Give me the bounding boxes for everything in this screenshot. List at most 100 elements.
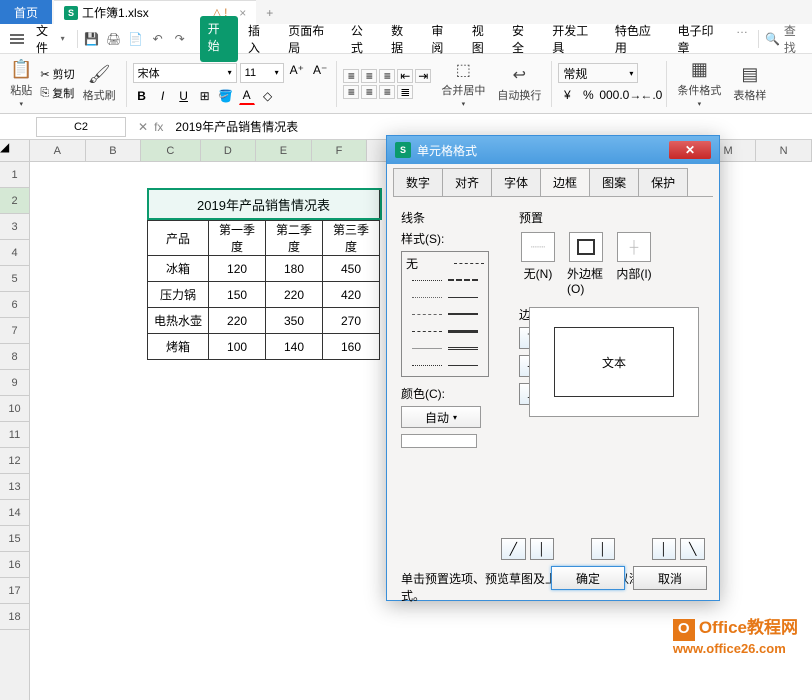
conditional-format-button[interactable]: ▦ 条件格式▾ [673, 57, 725, 110]
save-icon[interactable]: 💾 [84, 31, 100, 47]
col-header[interactable]: C [141, 140, 200, 161]
file-menu[interactable]: 文件▾ [30, 18, 71, 60]
formula-input[interactable]: 2019年产品销售情况表 [169, 118, 812, 135]
font-color-button[interactable]: A [238, 87, 256, 105]
tab-data[interactable]: 数据 [383, 16, 421, 62]
undo-icon[interactable]: ↶ [150, 31, 166, 47]
ok-button[interactable]: 确定 [551, 566, 625, 590]
tab-insert[interactable]: 插入 [240, 16, 278, 62]
row-header[interactable]: 14 [0, 500, 29, 526]
preset-outer-button[interactable]: 外边框(O) [567, 232, 605, 296]
col-header[interactable]: E [256, 140, 312, 161]
tab-review[interactable]: 审阅 [423, 16, 461, 62]
border-diag1-button[interactable]: ╱ [501, 538, 526, 560]
border-vmid-button[interactable]: │ [591, 538, 616, 560]
row-header[interactable]: 12 [0, 448, 29, 474]
row-header[interactable]: 1 [0, 162, 29, 188]
row-header[interactable]: 9 [0, 370, 29, 396]
border-diag2-button[interactable]: ╲ [680, 538, 705, 560]
preset-inner-button[interactable]: ┼ 内部(I) [615, 232, 653, 296]
fx-icon[interactable]: fx [154, 120, 163, 134]
row-header[interactable]: 4 [0, 240, 29, 266]
tab-protect[interactable]: 保护 [638, 168, 688, 196]
fill-color-button[interactable]: 🪣 [217, 87, 235, 105]
dialog-titlebar[interactable]: S 单元格格式 ✕ [387, 136, 719, 164]
col-header[interactable]: A [30, 140, 86, 161]
more-icon[interactable]: … [732, 16, 752, 62]
tab-start[interactable]: 开始 [200, 16, 238, 62]
increase-font-icon[interactable]: A⁺ [287, 63, 307, 83]
copy-button[interactable]: ⎘复制 [40, 85, 74, 101]
cancel-button[interactable]: 取消 [633, 566, 707, 590]
row-header[interactable]: 13 [0, 474, 29, 500]
dialog-close-button[interactable]: ✕ [669, 141, 711, 159]
row-header[interactable]: 11 [0, 422, 29, 448]
preview-icon[interactable]: 📄 [128, 31, 144, 47]
select-all-corner[interactable]: ◢ [0, 140, 29, 162]
row-header[interactable]: 10 [0, 396, 29, 422]
row-header[interactable]: 16 [0, 552, 29, 578]
comma-button[interactable]: 000 [600, 86, 618, 104]
search-area[interactable]: 🔍 查找 [765, 22, 806, 56]
paste-button[interactable]: 📋 粘贴▾ [6, 57, 36, 110]
currency-button[interactable]: ¥ [558, 86, 576, 104]
row-header[interactable]: 17 [0, 578, 29, 604]
col-header[interactable]: F [312, 140, 368, 161]
tab-font[interactable]: 字体 [491, 168, 541, 196]
menu-icon[interactable] [6, 30, 28, 48]
tab-align[interactable]: 对齐 [442, 168, 492, 196]
col-header[interactable]: N [756, 140, 812, 161]
row-header[interactable]: 18 [0, 604, 29, 630]
row-header[interactable]: 8 [0, 344, 29, 370]
row-header[interactable]: 15 [0, 526, 29, 552]
format-brush-button[interactable]: 🖌 格式刷 [79, 62, 120, 105]
percent-button[interactable]: % [579, 86, 597, 104]
color-select[interactable]: 自动▾ [401, 406, 481, 428]
row-header[interactable]: 2 [0, 188, 29, 214]
row-header[interactable]: 7 [0, 318, 29, 344]
table-title: 2019年产品销售情况表 [148, 189, 380, 221]
font-family-select[interactable]: 宋体▾ [133, 63, 237, 83]
tab-border[interactable]: 边框 [540, 168, 590, 196]
row-header[interactable]: 6 [0, 292, 29, 318]
tab-special[interactable]: 特色应用 [607, 16, 668, 62]
cut-button[interactable]: ✂剪切 [40, 66, 74, 82]
border-left-button[interactable]: │ [530, 538, 555, 560]
border-button[interactable]: ⊞ [196, 87, 214, 105]
tab-security[interactable]: 安全 [504, 16, 542, 62]
name-box[interactable]: C2 [36, 117, 126, 137]
tab-layout[interactable]: 页面布局 [280, 16, 341, 62]
row-header[interactable]: 5 [0, 266, 29, 292]
decrease-decimal-button[interactable]: ←.0 [642, 86, 660, 104]
tab-view[interactable]: 视图 [464, 16, 502, 62]
tab-formula[interactable]: 公式 [343, 16, 381, 62]
cancel-formula-icon[interactable]: ✕ [138, 120, 148, 134]
table-style-button[interactable]: ▤ 表格样 [729, 62, 770, 105]
decrease-font-icon[interactable]: A⁻ [310, 63, 330, 83]
preset-none-button[interactable]: ┈┈ 无(N) [519, 232, 557, 296]
number-format-select[interactable]: 常规▾ [558, 63, 638, 83]
tab-pattern[interactable]: 图案 [589, 168, 639, 196]
print-icon[interactable]: 🖨 [106, 31, 122, 47]
row-header[interactable]: 3 [0, 214, 29, 240]
underline-button[interactable]: U [175, 87, 193, 105]
watermark-url: www.office26.com [673, 641, 798, 656]
font-size-select[interactable]: 11▾ [240, 63, 284, 83]
col-header[interactable]: D [201, 140, 257, 161]
border-right-button[interactable]: │ [652, 538, 677, 560]
align-buttons[interactable]: ≡≡≡⇤⇥ ≡≡≡≣ [343, 69, 431, 99]
bold-button[interactable]: B [133, 87, 151, 105]
cond-format-icon: ▦ [691, 59, 708, 80]
col-header[interactable]: B [86, 140, 142, 161]
merge-center-button[interactable]: ⬚ 合并居中▾ [437, 58, 489, 110]
line-style-list[interactable]: 无 [401, 251, 489, 377]
italic-button[interactable]: I [154, 87, 172, 105]
increase-decimal-button[interactable]: .0→ [621, 86, 639, 104]
tab-stamp[interactable]: 电子印章 [669, 16, 730, 62]
cell-format-dialog: S 单元格格式 ✕ 数字 对齐 字体 边框 图案 保护 线条 样式(S): 无 [386, 135, 720, 601]
wrap-text-button[interactable]: ↩ 自动换行 [493, 63, 545, 105]
redo-icon[interactable]: ↷ [172, 31, 188, 47]
tab-number[interactable]: 数字 [393, 168, 443, 196]
more-font-button[interactable]: ◇ [259, 87, 277, 105]
tab-devtools[interactable]: 开发工具 [544, 16, 605, 62]
